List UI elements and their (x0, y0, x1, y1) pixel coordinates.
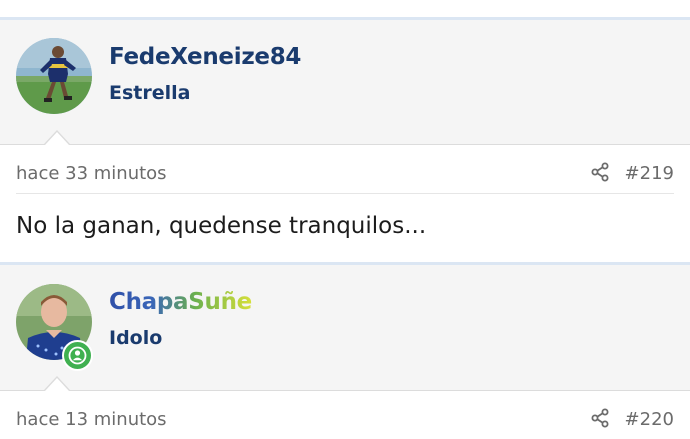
username[interactable]: ChapaSuñe (109, 289, 252, 315)
avatar-image (16, 38, 92, 114)
previous-post-bottom (0, 0, 690, 20)
post-timestamp[interactable]: hace 33 minutos (16, 163, 167, 184)
post-user-block: ChapaSuñe Idolo (0, 265, 690, 391)
username[interactable]: FedeXeneize84 (109, 44, 301, 70)
user-block-arrow-fill (45, 378, 69, 391)
share-icon[interactable] (590, 162, 610, 182)
user-block-arrow-fill (45, 132, 69, 145)
post-user-block: FedeXeneize84 Estrella (0, 20, 690, 145)
post-number[interactable]: #220 (625, 409, 674, 430)
post-message: No la ganan, quedense tranquilos... (16, 213, 427, 239)
user-status-glyph (68, 346, 87, 365)
post-number[interactable]: #219 (625, 163, 674, 184)
post-meta: hace 13 minutos #220 (16, 391, 674, 439)
post-timestamp[interactable]: hace 13 minutos (16, 409, 167, 430)
user-title: Idolo (109, 327, 163, 349)
post-meta: hace 33 minutos #219 (16, 145, 674, 194)
user-online-icon (62, 340, 93, 371)
user-title: Estrella (109, 82, 191, 104)
avatar[interactable] (16, 38, 92, 114)
share-icon[interactable] (590, 408, 610, 428)
